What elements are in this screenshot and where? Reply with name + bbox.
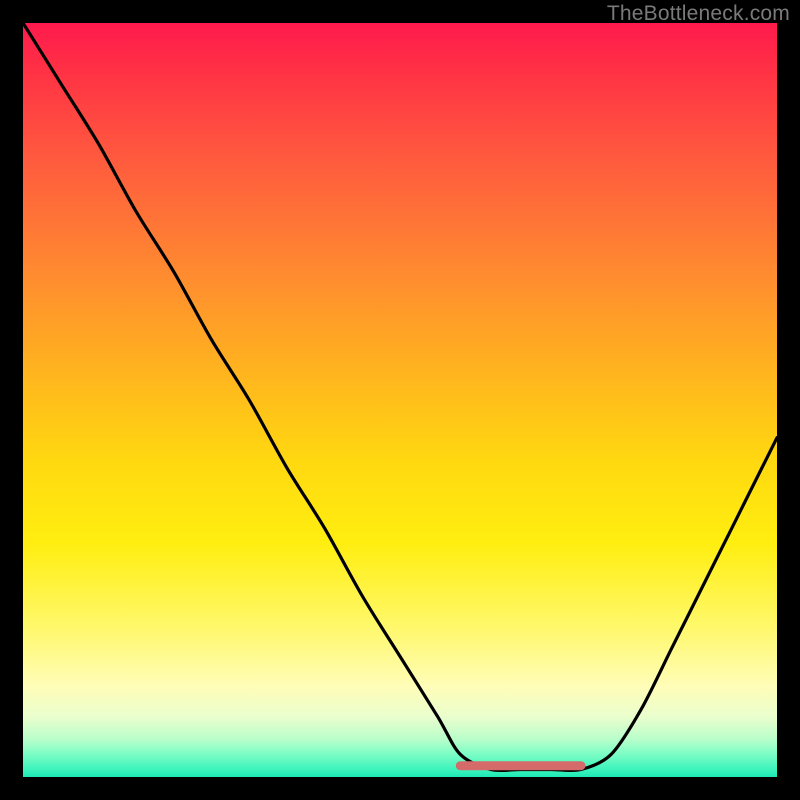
bottleneck-curve (23, 23, 777, 777)
attribution-text: TheBottleneck.com (607, 2, 790, 26)
chart-frame: TheBottleneck.com (0, 0, 800, 800)
plot-area (23, 23, 777, 777)
curve-line (23, 23, 777, 770)
